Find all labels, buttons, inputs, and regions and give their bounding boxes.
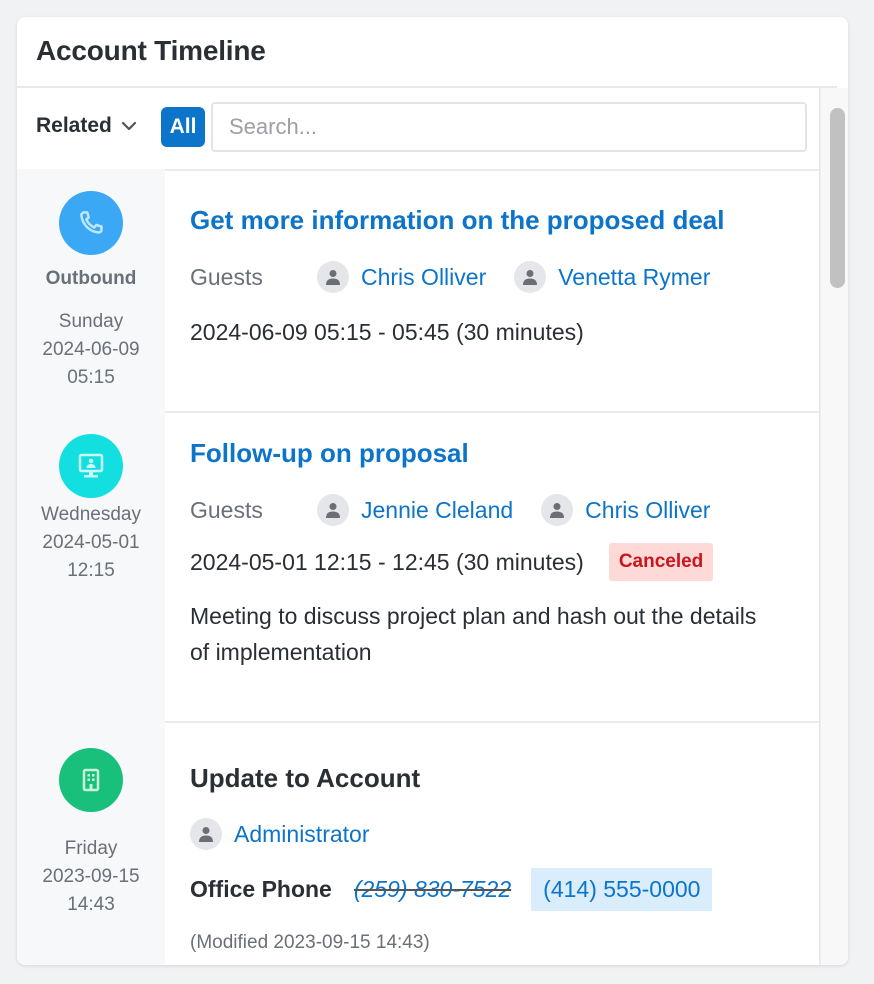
status-badge: Canceled <box>608 543 714 581</box>
scrollbar[interactable] <box>820 88 848 965</box>
search-input[interactable] <box>211 102 807 152</box>
time-range-text: 2024-05-01 12:15 - 12:45 (30 minutes) <box>190 548 584 575</box>
guests-row: Guests Jennie Cleland Chris Olliver <box>190 494 738 526</box>
related-filter-dropdown[interactable]: Related <box>36 114 138 138</box>
timeline-toolbar: Related All <box>17 88 819 171</box>
time-range-text: 2024-06-09 05:15 - 05:45 (30 minutes) <box>190 319 584 345</box>
call-direction-label: Outbound <box>45 268 137 289</box>
entry-title: Update to Account <box>190 763 421 793</box>
new-value-link[interactable]: (414) 555-0000 <box>531 868 713 911</box>
entry-day: Wednesday <box>41 504 141 525</box>
entry-side-panel: Friday 2023-09-15 14:43 <box>17 723 165 965</box>
entry-date-value: 2023-09-15 <box>42 866 140 887</box>
related-filter-label: Related <box>36 114 112 137</box>
person-icon <box>190 818 222 850</box>
timeline-entry: Wednesday 2024-05-01 12:15 Follow-up on … <box>17 413 819 723</box>
entry-time: 12:15 <box>67 560 115 581</box>
entry-date: Friday 2023-09-15 14:43 <box>17 835 165 919</box>
entry-date: Sunday 2024-06-09 05:15 <box>17 308 165 392</box>
user-link[interactable]: Administrator <box>190 818 369 850</box>
guest-link[interactable]: Venetta Rymer <box>514 261 710 293</box>
entry-day: Friday <box>64 838 118 859</box>
card-title: Account Timeline <box>36 35 266 66</box>
field-change-row: Office Phone (259) 830-7522 (414) 555-00… <box>190 868 713 911</box>
entry-title-link[interactable]: Follow-up on proposal <box>190 438 469 469</box>
updated-by-row: Administrator <box>190 818 397 850</box>
timeline-entry: Friday 2023-09-15 14:43 Update to Accoun… <box>17 723 819 965</box>
entry-time-range: 2024-05-01 12:15 - 12:45 (30 minutes) Ca… <box>190 543 714 581</box>
guests-row: Guests Chris Olliver Venetta Rymer <box>190 261 738 293</box>
guests-label: Guests <box>190 263 263 290</box>
field-label: Office Phone <box>190 876 332 902</box>
entry-date-value: 2024-06-09 <box>42 339 140 360</box>
entry-title-link[interactable]: Get more information on the proposed dea… <box>190 205 725 236</box>
entry-side-panel: Outbound Sunday 2024-06-09 05:15 <box>17 169 165 413</box>
scrollbar-thumb[interactable] <box>830 108 845 288</box>
entry-description: Meeting to discuss project plan and hash… <box>190 603 757 665</box>
person-icon <box>514 261 547 293</box>
account-timeline-card: Account Timeline Related All Outbound <box>17 17 848 965</box>
guest-name: Jennie Cleland <box>361 496 514 523</box>
guest-link[interactable]: Chris Olliver <box>541 494 710 526</box>
chevron-down-icon <box>121 121 136 131</box>
guest-name: Venetta Rymer <box>558 263 711 290</box>
guest-name: Chris Olliver <box>361 263 487 290</box>
guest-link[interactable]: Jennie Cleland <box>317 494 513 526</box>
building-icon <box>59 748 123 812</box>
guests-label: Guests <box>190 496 263 523</box>
person-icon <box>317 494 349 526</box>
old-value-link[interactable]: (259) 830-7522 <box>354 876 511 903</box>
entry-time: 05:15 <box>67 367 115 388</box>
all-filter-button[interactable]: All <box>161 107 205 147</box>
guest-name: Chris Olliver <box>585 496 711 523</box>
guest-link[interactable]: Chris Olliver <box>317 261 486 293</box>
entry-time: 14:43 <box>67 894 115 915</box>
video-meeting-icon <box>59 434 123 498</box>
modified-timestamp: (Modified 2023-09-15 14:43) <box>190 932 430 953</box>
person-icon <box>541 494 574 526</box>
entry-date: Wednesday 2024-05-01 12:15 <box>17 501 165 585</box>
entry-date-value: 2024-05-01 <box>42 532 140 553</box>
user-name: Administrator <box>234 820 370 847</box>
person-icon <box>317 261 349 293</box>
timeline-entry: Outbound Sunday 2024-06-09 05:15 Get mor… <box>17 169 819 413</box>
entry-body: Follow-up on proposal Guests Jennie Clel… <box>165 413 819 723</box>
entry-time-range: 2024-06-09 05:15 - 05:45 (30 minutes) <box>190 319 584 346</box>
entry-day: Sunday <box>58 311 124 332</box>
entry-body: Update to Account Administrator Office P… <box>165 723 819 965</box>
entry-side-panel: Wednesday 2024-05-01 12:15 <box>17 413 165 723</box>
entry-body: Get more information on the proposed dea… <box>165 169 819 413</box>
timeline-scroll-area: Related All Outbound Sunday 2024-06-09 <box>17 88 820 965</box>
phone-icon <box>59 191 123 255</box>
